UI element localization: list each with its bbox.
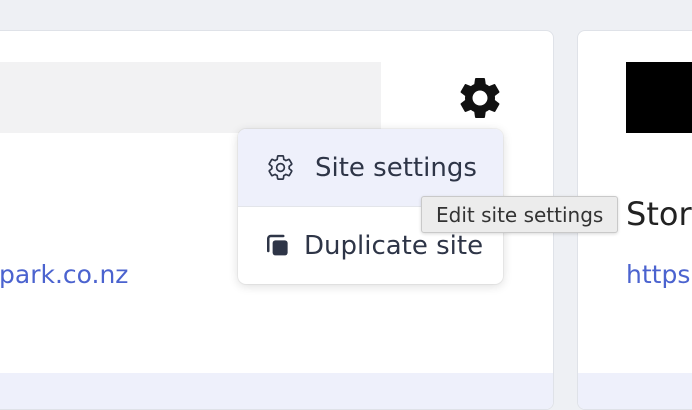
tooltip: Edit site settings: [421, 196, 619, 233]
card-footer: [0, 373, 553, 409]
menu-item-site-settings[interactable]: Site settings: [238, 129, 503, 206]
menu-item-label: Site settings: [315, 152, 477, 183]
site-thumbnail[interactable]: [626, 62, 692, 133]
tooltip-text: Edit site settings: [436, 202, 604, 227]
card-footer: [578, 373, 692, 409]
site-url-link[interactable]: park.co.nz: [0, 260, 128, 289]
duplicate-icon: [262, 231, 292, 261]
site-options-gear-icon[interactable]: [455, 73, 505, 123]
menu-item-label: Duplicate site: [304, 230, 484, 261]
site-thumbnail[interactable]: [0, 62, 381, 133]
site-url-link[interactable]: https: [626, 260, 690, 289]
site-title: Stor: [626, 195, 692, 233]
gear-outline-icon: [266, 153, 295, 182]
